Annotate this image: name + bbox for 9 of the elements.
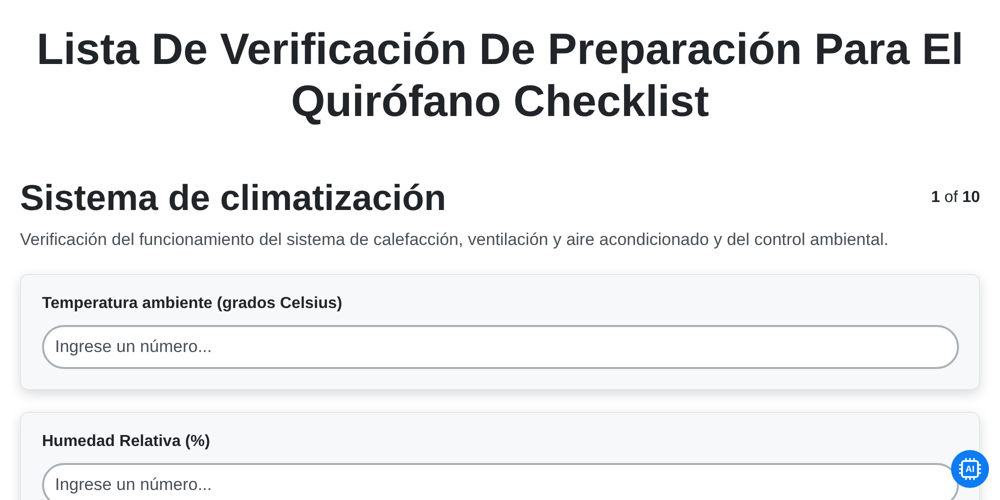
section-heading: Sistema de climatización <box>20 176 446 220</box>
page-title: Lista De Verificación De Preparación Para El Quirófano Checklist <box>36 24 964 128</box>
page-counter: 1 of 10 <box>931 189 980 207</box>
number-input[interactable]: Ingrese un número... <box>42 463 959 500</box>
field-label: Temperatura ambiente (grados Celsius) <box>42 295 344 313</box>
chip-icon <box>959 458 981 480</box>
section-description: Verificación del funcionamiento del sistema de calefacción, ventilación y aire acondicionado y del control ambiental. <box>20 230 890 250</box>
number-input[interactable]: Ingrese un número... <box>42 325 959 369</box>
field-label: Humedad Relativa (%) <box>42 433 212 451</box>
